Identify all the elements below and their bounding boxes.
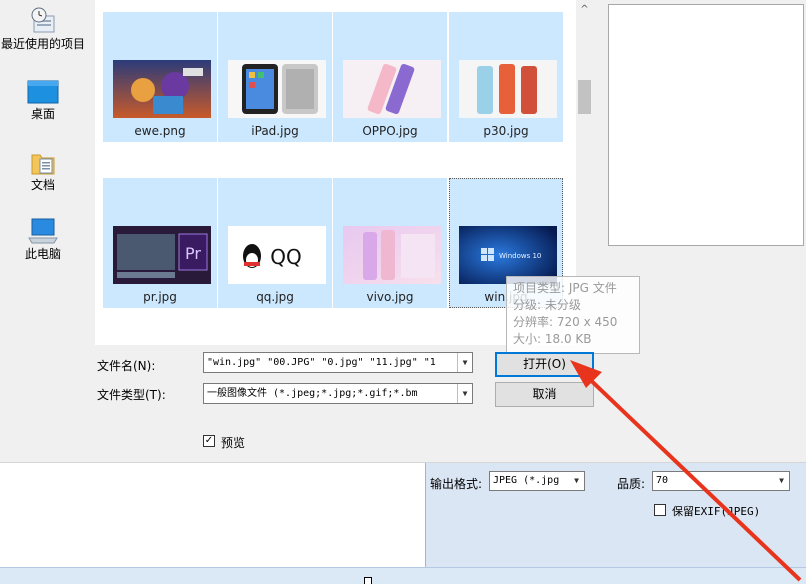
cancel-button[interactable]: 取消: [495, 382, 594, 407]
place-recent[interactable]: 最近使用的项目: [0, 6, 86, 51]
keep-exif-checkbox[interactable]: 保留EXIF(JPEG): [654, 503, 784, 519]
file-name: iPad.jpg: [251, 124, 299, 138]
chevron-down-icon[interactable]: ▼: [774, 472, 789, 490]
filetype-value: 一般图像文件 (*.jpeg;*.jpg;*.gif;*.bm: [207, 388, 418, 399]
tooltip-size: 大小: 18.0 KB: [513, 332, 592, 346]
file-name: pr.jpg: [143, 290, 177, 304]
windows-10-text: Windows 10: [499, 252, 541, 260]
desktop-icon: [27, 80, 59, 104]
output-format-value: JPEG (*.jpg: [493, 475, 560, 486]
status-bar: [0, 567, 806, 584]
place-documents-label: 文档: [30, 178, 55, 192]
file-list-pane[interactable]: ewe.png iPad.jpg OPPO.jpg p30.jpg Pr pr.…: [95, 0, 576, 345]
output-format-label: 输出格式:: [430, 477, 483, 491]
file-tile-ewe[interactable]: ewe.png: [103, 12, 217, 142]
thumbnail-vivo: [343, 226, 441, 284]
place-recent-label: 最近使用的项目: [0, 37, 85, 51]
file-name: qq.jpg: [256, 290, 294, 304]
place-this-pc[interactable]: 此电脑: [0, 216, 86, 261]
tooltip-type: 项目类型: JPG 文件: [513, 281, 617, 295]
mouse-cursor-icon: [364, 577, 372, 584]
file-tile-p30[interactable]: p30.jpg: [449, 12, 563, 142]
quality-label: 品质:: [617, 477, 646, 491]
qq-logo-text: QQ: [270, 245, 301, 269]
file-info-tooltip: 项目类型: JPG 文件 分级: 未分级 分辨率: 720 x 450 大小: …: [506, 276, 640, 354]
open-file-dialog: 最近使用的项目 桌面 文档 此电脑 ewe.png iPad.jpg OPPO.…: [0, 0, 806, 463]
chevron-down-icon[interactable]: ▼: [569, 472, 584, 490]
file-tile-qq[interactable]: QQ qq.jpg: [218, 178, 332, 308]
filetype-select[interactable]: 一般图像文件 (*.jpeg;*.jpg;*.gif;*.bm ▼: [203, 383, 473, 404]
filename-value: "win.jpg" "00.JPG" "0.jpg" "11.jpg" "1: [207, 357, 436, 368]
file-tile-pr[interactable]: Pr pr.jpg: [103, 178, 217, 308]
file-name: p30.jpg: [483, 124, 529, 138]
output-format-select[interactable]: JPEG (*.jpg ▼: [489, 471, 585, 491]
preview-checkbox-label: 预览: [221, 436, 246, 450]
file-name: ewe.png: [134, 124, 186, 138]
chevron-down-icon[interactable]: ▼: [457, 384, 472, 403]
thumbnail-ipad: [228, 60, 326, 118]
thumbnail-oppo: [343, 60, 441, 118]
premiere-logo-text: Pr: [185, 244, 201, 263]
preview-checkbox[interactable]: ✓ 预览: [203, 434, 263, 450]
filetype-label: 文件类型(T):: [97, 388, 166, 402]
preview-pane: [608, 4, 804, 246]
thumbnail-qq: QQ: [228, 226, 326, 284]
scroll-up-arrow-icon[interactable]: ^: [576, 4, 593, 15]
scrollbar-thumb[interactable]: [578, 80, 591, 114]
documents-folder-icon: [31, 154, 55, 175]
thumbnail-p30: [459, 60, 557, 118]
file-tile-oppo[interactable]: OPPO.jpg: [333, 12, 447, 142]
places-sidebar: 最近使用的项目 桌面 文档 此电脑: [0, 0, 86, 345]
tooltip-resolution: 分辨率: 720 x 450: [513, 315, 618, 329]
keep-exif-checkbox-box[interactable]: [654, 504, 666, 516]
file-tile-ipad[interactable]: iPad.jpg: [218, 12, 332, 142]
this-pc-icon: [28, 218, 58, 244]
place-this-pc-label: 此电脑: [24, 247, 61, 261]
preview-checkbox-box[interactable]: ✓: [203, 435, 215, 447]
keep-exif-label: 保留EXIF(JPEG): [672, 505, 761, 518]
file-name: OPPO.jpg: [362, 124, 418, 138]
open-button[interactable]: 打开(O): [495, 352, 594, 377]
quality-value: 70: [656, 475, 669, 486]
thumbnail-pr: Pr: [113, 226, 211, 284]
tooltip-rating: 分级: 未分级: [513, 298, 581, 312]
chevron-down-icon[interactable]: ▼: [457, 353, 472, 372]
place-desktop-label: 桌面: [30, 107, 55, 121]
filename-input[interactable]: "win.jpg" "00.JPG" "0.jpg" "11.jpg" "1 ▼: [203, 352, 473, 373]
file-name: vivo.jpg: [366, 290, 414, 304]
place-documents[interactable]: 文档: [0, 149, 86, 192]
recent-clock-icon: [31, 7, 55, 33]
place-desktop[interactable]: 桌面: [0, 80, 86, 121]
quality-select[interactable]: 70 ▼: [652, 471, 790, 491]
filename-label: 文件名(N):: [97, 359, 156, 373]
thumbnail-ewe: [113, 60, 211, 118]
file-tile-vivo[interactable]: vivo.jpg: [333, 178, 447, 308]
